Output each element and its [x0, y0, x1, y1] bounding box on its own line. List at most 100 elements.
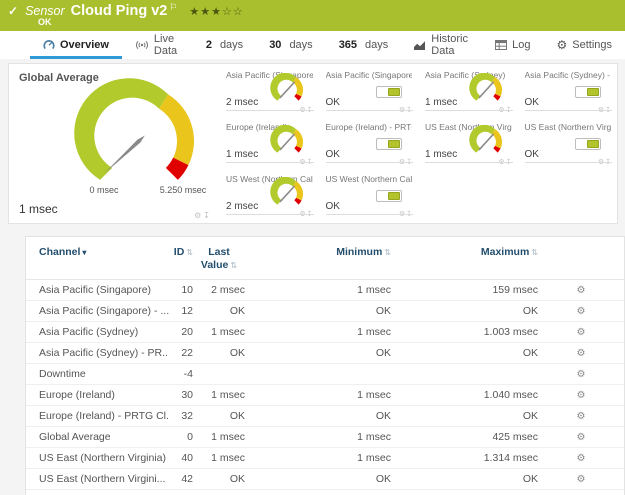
- sort-icon: ⇅: [186, 248, 193, 257]
- mini-panel-value: OK: [326, 201, 340, 212]
- panel-corner-icons[interactable]: ⚙↧: [498, 158, 512, 166]
- tab-30-days[interactable]: 30days: [256, 31, 326, 59]
- pin-icon[interactable]: ↧: [506, 159, 513, 166]
- log-icon: [495, 40, 507, 50]
- column-header-channel[interactable]: Channel▾: [39, 246, 169, 272]
- gauge-icon: [43, 39, 55, 51]
- pin-icon[interactable]: ↧: [307, 211, 314, 218]
- pin-icon[interactable]: ↧: [406, 211, 413, 218]
- pin-icon[interactable]: ↧: [605, 107, 612, 114]
- channel-settings-icon[interactable]: ⚙: [538, 474, 624, 485]
- toggle-knob: [388, 192, 400, 200]
- panel-corner-icons[interactable]: ⚙↧: [299, 210, 313, 218]
- gear-icon[interactable]: ⚙: [299, 107, 306, 114]
- tab-label: Log: [512, 39, 530, 51]
- tab-log[interactable]: Log: [482, 31, 543, 59]
- mini-gauge: [468, 125, 506, 157]
- toggle-knob: [587, 88, 599, 96]
- sensor-kind-label: Sensor: [25, 4, 65, 18]
- table-row: Asia Pacific (Singapore) - ... 12 OK OK …: [26, 301, 624, 322]
- pin-icon[interactable]: ↧: [406, 159, 413, 166]
- tab-label: Historic Data: [431, 33, 469, 57]
- table-row: US East (Northern Virginia) 40 1 msec 1 …: [26, 448, 624, 469]
- table-row: Asia Pacific (Sydney) 20 1 msec 1 msec 1…: [26, 322, 624, 343]
- panel-corner-icons[interactable]: ⚙↧: [598, 158, 612, 166]
- mini-panel-value: 1 msec: [226, 149, 258, 160]
- tab-historic-data[interactable]: Historic Data: [401, 31, 482, 59]
- mini-gauge-panel: US East (Northern Virginia) 1 msec ⚙↧: [418, 118, 518, 170]
- channel-settings-icon[interactable]: ⚙: [538, 411, 624, 422]
- tab-365-days[interactable]: 365 days: [326, 31, 402, 59]
- pin-icon[interactable]: ↧: [203, 211, 212, 220]
- toggle-knob: [388, 140, 400, 148]
- mini-gauge-panel: Europe (Ireland) 1 msec ⚙↧: [219, 118, 319, 170]
- gear-icon[interactable]: ⚙: [299, 159, 306, 166]
- mini-panel-value: 1 msec: [425, 149, 457, 160]
- pin-icon[interactable]: ↧: [307, 159, 314, 166]
- column-header-maximum[interactable]: Maximum⇅: [391, 246, 538, 272]
- channel-settings-icon[interactable]: ⚙: [538, 432, 624, 443]
- mini-gauge-panel: US West (Northern California) 2 msec ⚙↧: [219, 170, 319, 222]
- pin-icon[interactable]: ↧: [307, 107, 314, 114]
- gear-icon[interactable]: ⚙: [194, 211, 203, 220]
- gear-icon[interactable]: ⚙: [498, 107, 505, 114]
- tab-label: days: [220, 39, 243, 51]
- column-header-id[interactable]: ID⇅: [169, 246, 193, 272]
- mini-gauge: [269, 177, 307, 209]
- ok-toggle-indicator: [575, 138, 601, 150]
- channel-settings-icon[interactable]: ⚙: [538, 327, 624, 338]
- panel-corner-icons[interactable]: ⚙↧: [194, 211, 212, 220]
- panel-corner-icons[interactable]: ⚙↧: [299, 106, 313, 114]
- priority-stars[interactable]: ★★★☆☆: [189, 5, 243, 18]
- column-header-minimum[interactable]: Minimum⇅: [245, 246, 391, 272]
- tab-settings[interactable]: ⚙ Settings: [543, 31, 625, 59]
- channel-settings-icon[interactable]: ⚙: [538, 453, 624, 464]
- panel-corner-icons[interactable]: ⚙↧: [399, 210, 413, 218]
- page-title: Cloud Ping v2: [71, 3, 168, 19]
- stars-filled: ★★★: [189, 6, 222, 18]
- ok-toggle-indicator: [376, 138, 402, 150]
- mini-panel-value: 1 msec: [425, 97, 457, 108]
- tab-number: 365: [339, 39, 357, 51]
- tab-2-days[interactable]: 2days: [193, 31, 256, 59]
- channel-settings-icon[interactable]: ⚙: [538, 369, 624, 380]
- table-row: Europe (Ireland) - PRTG Cl... 32 OK OK O…: [26, 406, 624, 427]
- pin-icon[interactable]: ↧: [506, 107, 513, 114]
- mini-gauge: [269, 73, 307, 105]
- column-header-last-value[interactable]: Last Value⇅: [193, 246, 245, 272]
- sort-desc-icon: ▾: [82, 248, 86, 257]
- priority-flag-icon: ⚐: [169, 2, 177, 13]
- mini-panel-value: 2 msec: [226, 201, 258, 212]
- mini-panel-title: US West (Northern California)...: [326, 174, 413, 184]
- gear-icon[interactable]: ⚙: [498, 159, 505, 166]
- table-row: Asia Pacific (Sydney) - PR... 22 OK OK O…: [26, 343, 624, 364]
- channel-settings-icon[interactable]: ⚙: [538, 348, 624, 359]
- table-row: Global Average 0 1 msec 1 msec 425 msec …: [26, 427, 624, 448]
- toggle-knob: [388, 88, 400, 96]
- panel-corner-icons[interactable]: ⚙↧: [498, 106, 512, 114]
- panel-corner-icons[interactable]: ⚙↧: [399, 158, 413, 166]
- mini-toggle-panel: US East (Northern Virginia) - ... OK ⚙↧: [518, 118, 618, 170]
- mini-toggle-panel: Asia Pacific (Sydney) - PRTG ... OK ⚙↧: [518, 66, 618, 118]
- channel-settings-icon[interactable]: ⚙: [538, 390, 624, 401]
- panel-corner-icons[interactable]: ⚙↧: [598, 106, 612, 114]
- pin-icon[interactable]: ↧: [406, 107, 413, 114]
- tab-label: Overview: [60, 39, 109, 51]
- mini-gauge-panel: Asia Pacific (Singapore) 2 msec ⚙↧: [219, 66, 319, 118]
- panel-corner-icons[interactable]: ⚙↧: [299, 158, 313, 166]
- channel-settings-icon[interactable]: ⚙: [538, 285, 624, 296]
- tab-label: days: [365, 39, 388, 51]
- chart-icon: [414, 40, 426, 51]
- channel-settings-icon[interactable]: ⚙: [538, 306, 624, 317]
- ok-toggle-indicator: [376, 190, 402, 202]
- pin-icon[interactable]: ↧: [605, 159, 612, 166]
- tab-overview[interactable]: Overview: [30, 31, 122, 59]
- channel-table: Channel▾ ID⇅ Last Value⇅ Minimum⇅ Maximu…: [25, 236, 625, 495]
- panel-corner-icons[interactable]: ⚙↧: [399, 106, 413, 114]
- tab-live-data[interactable]: Live Data: [122, 31, 193, 59]
- mini-panel-title: US East (Northern Virginia) - ...: [525, 122, 612, 132]
- mini-gauge-panel: Asia Pacific (Sydney) 1 msec ⚙↧: [418, 66, 518, 118]
- channel-table-body: Asia Pacific (Singapore) 10 2 msec 1 mse…: [26, 280, 624, 490]
- mini-panel-value: 2 msec: [226, 97, 258, 108]
- gear-icon[interactable]: ⚙: [299, 211, 306, 218]
